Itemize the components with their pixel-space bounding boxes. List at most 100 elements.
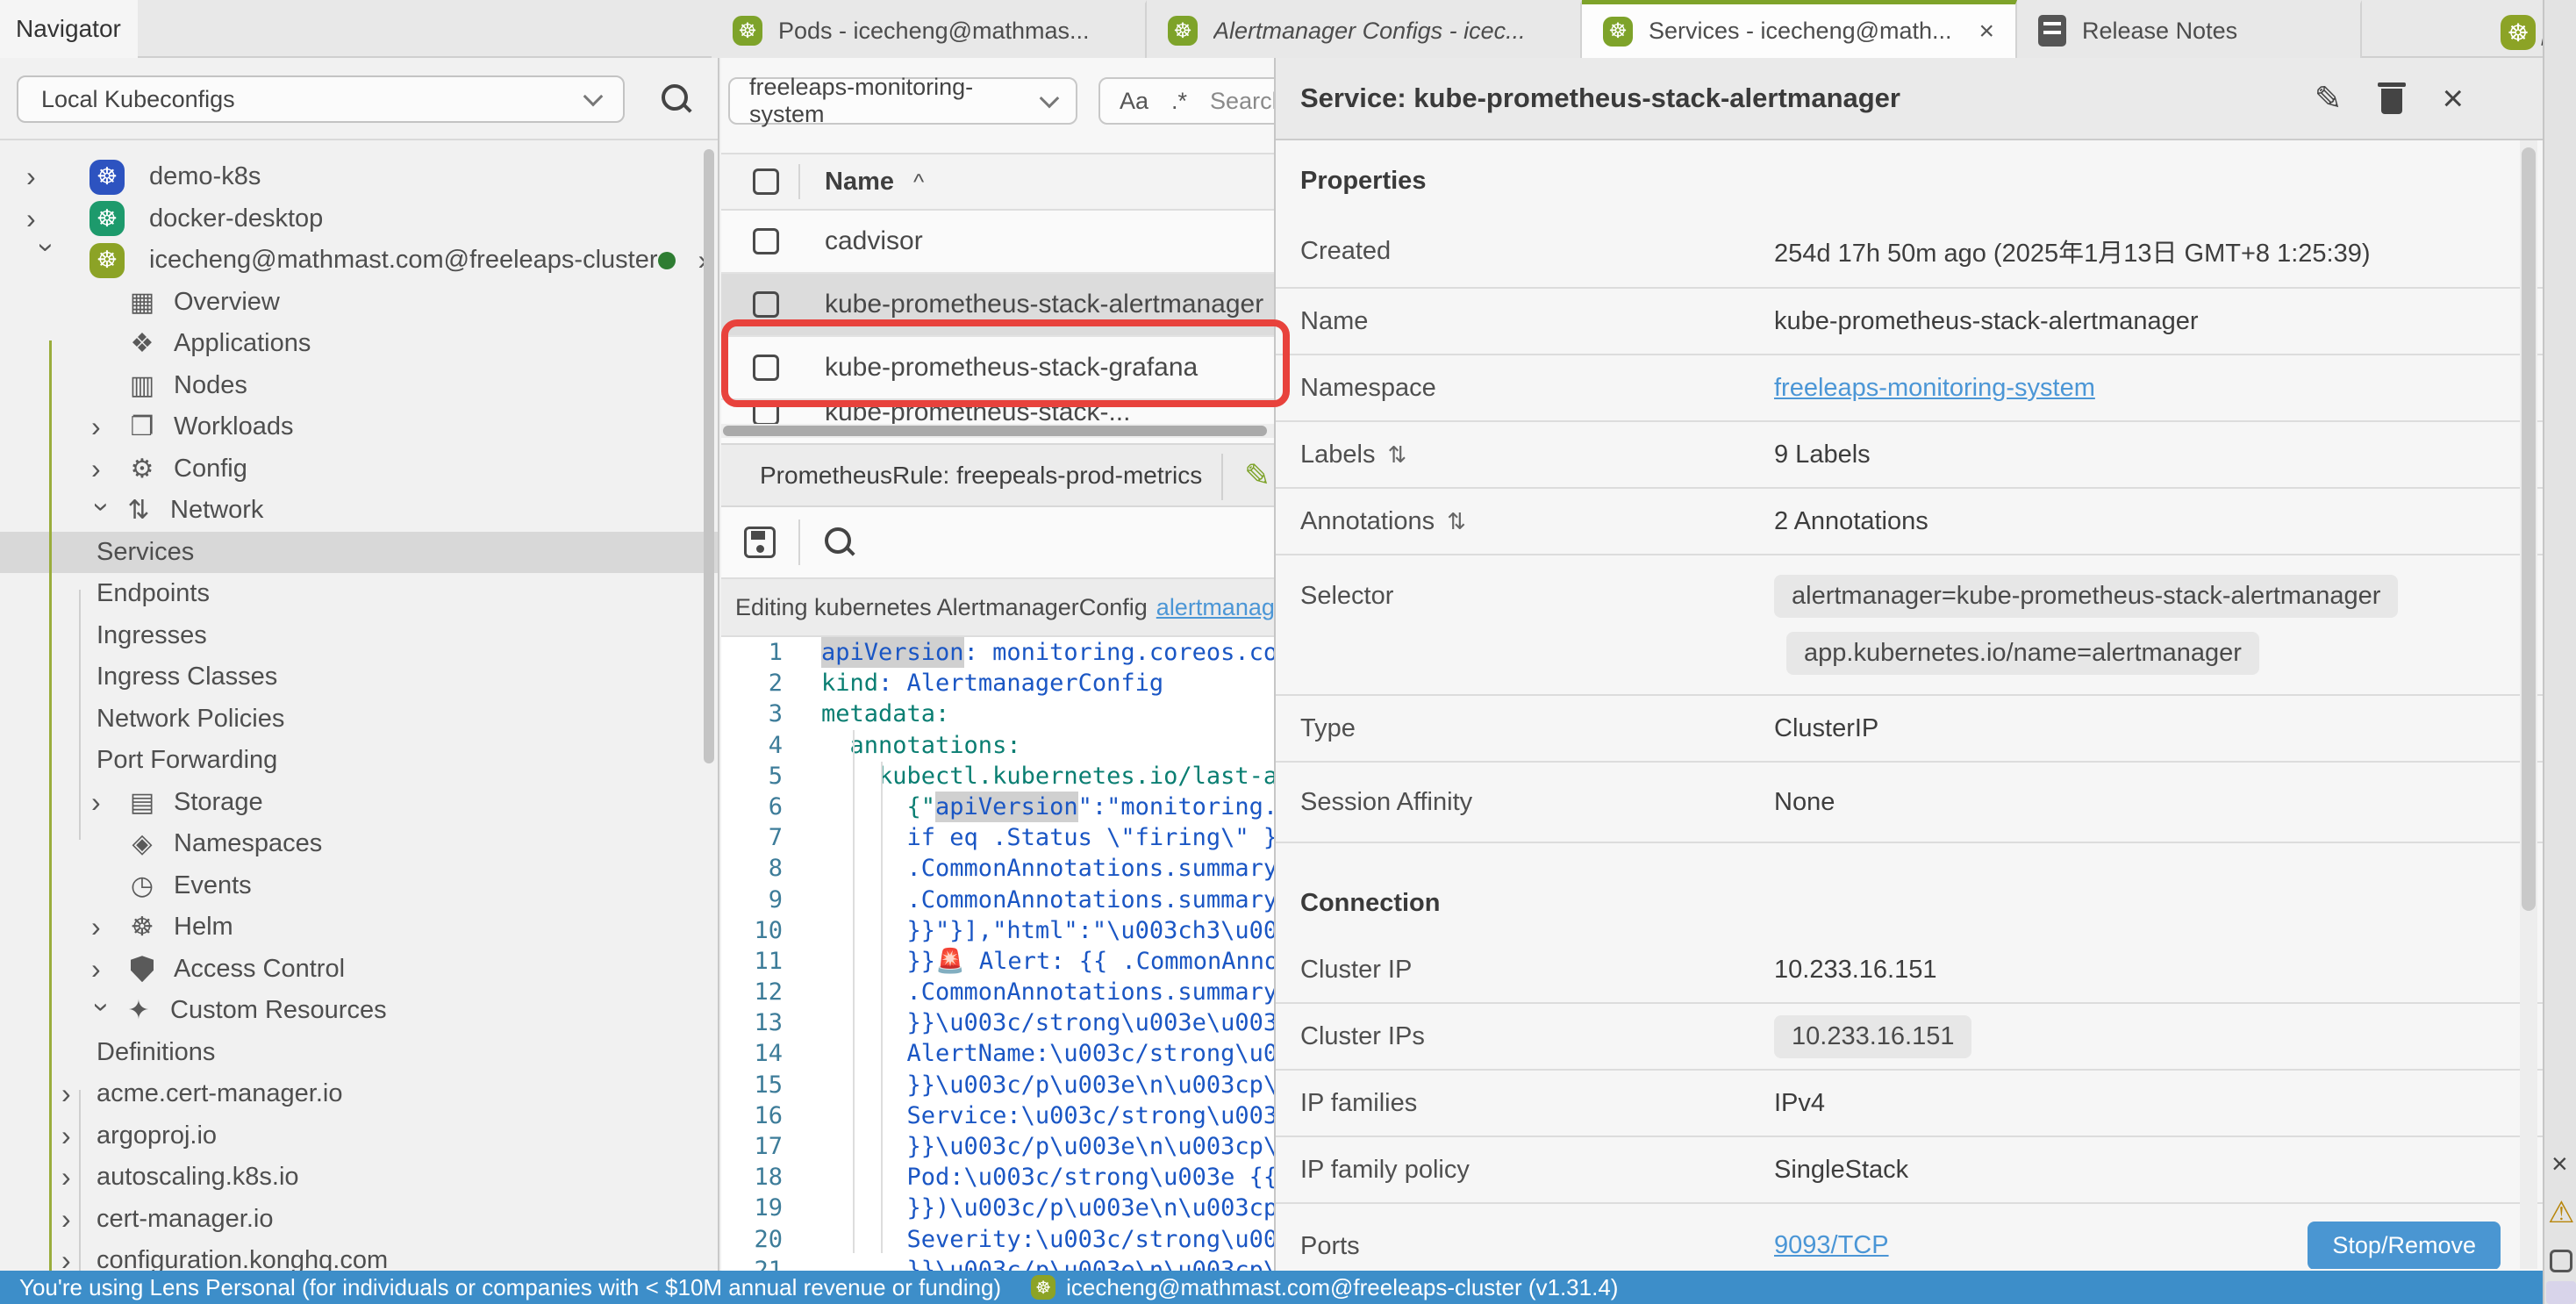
select-all-checkbox[interactable] xyxy=(753,168,779,195)
tree-item[interactable]: › Endpoints › xyxy=(0,573,719,615)
code-value: }}🚨 Alert: {{ .CommonAnnotati xyxy=(821,946,1335,977)
tree-item[interactable]: › Port Forwarding › xyxy=(0,740,719,782)
chevron-right-icon[interactable]: › xyxy=(26,161,89,193)
property-row-ip-family-policy: IP family policy SingleStack xyxy=(1276,1137,2543,1204)
tree-item-label: cert-manager.io xyxy=(97,1205,274,1234)
service-name: kube-prometheus-stack-alertmanager xyxy=(825,290,1263,319)
tree-item-label: Applications xyxy=(174,329,311,358)
tab-pods[interactable]: ☸ Pods - icecheng@mathmas... xyxy=(712,0,1147,58)
tree-item[interactable]: › acme.cert-manager.io › xyxy=(0,1073,719,1115)
tree-item[interactable]: › cert-manager.io › xyxy=(0,1199,719,1241)
cluster-status: › xyxy=(658,244,708,276)
match-case-toggle[interactable]: Aa xyxy=(1120,88,1148,115)
scrollbar-thumb[interactable] xyxy=(723,426,1267,436)
tree-item[interactable]: › Custom Resources › xyxy=(0,990,719,1032)
sort-ascending-icon[interactable]: ^ xyxy=(913,168,924,196)
chevron-right-icon[interactable]: › xyxy=(91,786,126,819)
tree-item[interactable]: › Access Control › xyxy=(0,949,719,991)
row-checkbox[interactable] xyxy=(753,228,779,254)
search-icon[interactable] xyxy=(660,82,693,116)
chevron-right-icon[interactable]: › xyxy=(91,453,126,485)
selector-badge: app.kubernetes.io/name=alertmanager xyxy=(1786,632,2259,675)
close-icon[interactable]: × xyxy=(2551,1148,2568,1180)
navigator-sidebar: Local Kubeconfigs › demo-k8s › › xyxy=(0,58,719,1271)
tree-item[interactable]: › Config › xyxy=(0,448,719,491)
tree-item-label: Nodes xyxy=(174,371,247,400)
indent-guide xyxy=(79,590,81,840)
tree-item[interactable]: › autoscaling.k8s.io › xyxy=(0,1157,719,1199)
sidebar-scrollbar[interactable] xyxy=(704,149,714,763)
tree-item[interactable]: › Ingress Classes › xyxy=(0,656,719,699)
chevron-right-icon[interactable]: › xyxy=(91,911,126,943)
namespace-select[interactable]: freeleaps-monitoring-system xyxy=(728,77,1077,125)
property-row-labels: Labels ⇅ 9 Labels xyxy=(1276,422,2543,489)
tree-item[interactable]: › Definitions › xyxy=(0,1032,719,1074)
tree-item[interactable]: › Network › xyxy=(0,490,719,532)
warning-icon[interactable]: ⚠ xyxy=(2548,1195,2574,1230)
namespace-link[interactable]: freeleaps-monitoring-system xyxy=(1774,374,2095,403)
notification-box-icon[interactable] xyxy=(2550,1250,2572,1272)
kubeconfig-select[interactable]: Local Kubeconfigs xyxy=(17,75,625,123)
tree-item[interactable]: › Nodes › xyxy=(0,365,719,407)
tree-item[interactable]: › Storage › xyxy=(0,782,719,824)
row-checkbox[interactable] xyxy=(753,291,779,318)
property-row-cluster-ips: Cluster IPs 10.233.16.151 xyxy=(1276,1004,2543,1071)
service-name: kube-prometheus-stack-... xyxy=(825,400,1130,424)
tab-alertmanager-configs[interactable]: ☸ Alertmanager Configs - icec... xyxy=(1147,0,1582,58)
row-checkbox[interactable] xyxy=(753,400,779,424)
tree-item[interactable]: › docker-desktop › xyxy=(0,198,719,240)
property-row-session-affinity: Session Affinity None xyxy=(1276,763,2543,843)
row-checkbox[interactable] xyxy=(753,355,779,381)
tree-item[interactable]: › Ingresses › xyxy=(0,615,719,657)
line-number: 15 xyxy=(721,1070,783,1100)
tree-item[interactable]: › Overview › xyxy=(0,282,719,324)
tree-item[interactable]: › configuration.konghq.com › xyxy=(0,1240,719,1271)
line-number: 13 xyxy=(721,1007,783,1038)
chevron-right-icon[interactable]: › xyxy=(91,411,126,443)
port-link[interactable]: 9093/TCP xyxy=(1774,1231,1889,1260)
edit-pencil-icon[interactable]: ✎ xyxy=(1244,457,1270,494)
regex-toggle[interactable]: .* xyxy=(1171,88,1187,115)
tree-item[interactable]: › Services › xyxy=(0,532,719,574)
indent-guide xyxy=(881,762,883,1253)
tree-item-icon xyxy=(126,871,158,901)
edit-pencil-icon[interactable]: ✎ xyxy=(2315,79,2343,118)
property-value: SingleStack xyxy=(1774,1156,1908,1185)
chevron-right-icon[interactable]: › xyxy=(31,243,63,306)
property-label: Labels xyxy=(1300,441,1375,469)
tree-item[interactable]: › icecheng@mathmast.com@freeleaps-cluste… xyxy=(0,240,719,282)
tree-item[interactable]: › Events › xyxy=(0,865,719,907)
close-icon[interactable]: × xyxy=(1971,17,1994,47)
search-icon[interactable] xyxy=(823,526,856,559)
line-number: 9 xyxy=(721,885,783,915)
tab-services-active[interactable]: ☸ Services - icecheng@math... × xyxy=(1582,0,2017,58)
chevron-right-icon[interactable]: › xyxy=(86,1003,118,1035)
tree-item[interactable]: › Workloads › xyxy=(0,406,719,448)
tree-item[interactable]: › Network Policies › xyxy=(0,699,719,741)
tree-item-label: autoscaling.k8s.io xyxy=(97,1163,299,1192)
tab-label: Services - icecheng@math... xyxy=(1649,18,1956,45)
chevron-right-icon[interactable]: › xyxy=(86,503,118,534)
chevron-right-icon[interactable]: › xyxy=(91,953,126,985)
sort-toggle-icon[interactable]: ⇅ xyxy=(1447,508,1466,535)
tree-item[interactable]: › Helm › xyxy=(0,906,719,949)
tree-item[interactable]: › argoproj.io › xyxy=(0,1115,719,1157)
drawer-scrollbar[interactable] xyxy=(2522,147,2536,911)
property-value: ClusterIP xyxy=(1774,714,1878,743)
delete-trash-icon[interactable] xyxy=(2379,82,2405,114)
tree-item[interactable]: › demo-k8s › xyxy=(0,156,719,198)
tree-item[interactable]: › Applications › xyxy=(0,323,719,365)
sort-toggle-icon[interactable]: ⇅ xyxy=(1387,441,1406,469)
save-icon[interactable] xyxy=(744,527,776,558)
tab-release-notes[interactable]: Release Notes xyxy=(2017,0,2362,58)
chevron-right-icon[interactable]: › xyxy=(26,203,89,235)
close-icon[interactable]: × xyxy=(2442,80,2464,117)
status-bar: You're using Lens Personal (for individu… xyxy=(0,1271,2543,1304)
horizontal-scrollbar[interactable] xyxy=(721,424,1274,438)
code-value: Service:\u003c/strong\u003e { xyxy=(821,1100,1320,1131)
name-column-header[interactable]: Name xyxy=(825,168,894,197)
stop-remove-button[interactable]: Stop/Remove xyxy=(2308,1222,2501,1269)
tree-item-label: argoproj.io xyxy=(97,1121,217,1150)
tree-item-label: Config xyxy=(174,455,247,484)
tree-item[interactable]: › Namespaces › xyxy=(0,823,719,865)
